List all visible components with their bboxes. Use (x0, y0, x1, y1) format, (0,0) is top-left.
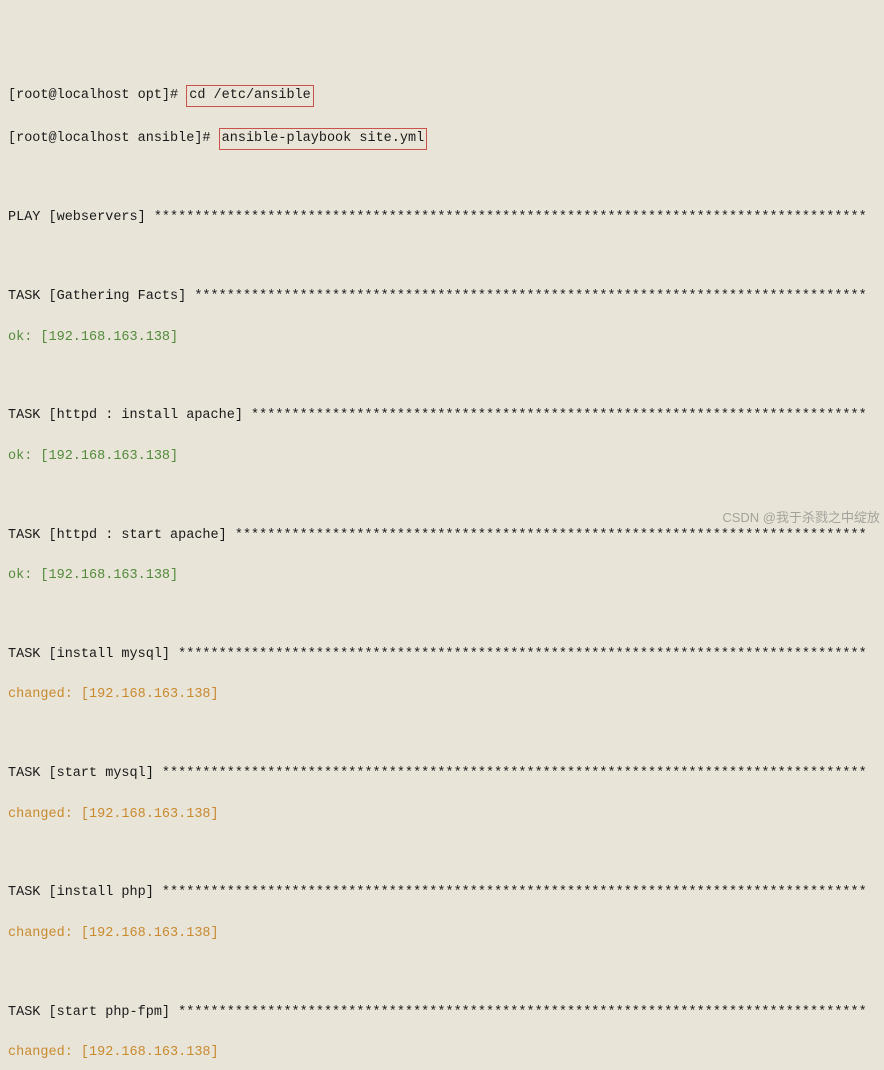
task-header: TASK [httpd : start apache] ************… (8, 526, 876, 546)
task-status: changed: [192.168.163.138] (8, 1043, 876, 1063)
blank-line (8, 368, 876, 386)
task-status: ok: [192.168.163.138] (8, 328, 876, 348)
task-header: TASK [install mysql] *******************… (8, 645, 876, 665)
task-status: changed: [192.168.163.138] (8, 924, 876, 944)
prompt-line-1[interactable]: [root@localhost opt]# cd /etc/ansible (8, 85, 876, 107)
task-header: TASK [start php-fpm] *******************… (8, 1003, 876, 1023)
prompt-line-2[interactable]: [root@localhost ansible]# ansible-playbo… (8, 128, 876, 150)
blank-line (8, 487, 876, 505)
blank-line (8, 964, 876, 982)
task-status: ok: [192.168.163.138] (8, 447, 876, 467)
command-2-highlight: ansible-playbook site.yml (219, 128, 428, 150)
task-status: changed: [192.168.163.138] (8, 805, 876, 825)
task-header: TASK [start mysql] *********************… (8, 764, 876, 784)
blank-line (8, 607, 876, 625)
prompt-prefix: [root@localhost ansible]# (8, 131, 219, 146)
task-header: TASK [Gathering Facts] *****************… (8, 287, 876, 307)
watermark-text: CSDN @我于杀戮之中绽放 (722, 508, 880, 528)
task-header: TASK [httpd : install apache] **********… (8, 406, 876, 426)
blank-line (8, 845, 876, 863)
command-1-highlight: cd /etc/ansible (186, 85, 314, 107)
blank-line (8, 170, 876, 188)
task-status: changed: [192.168.163.138] (8, 685, 876, 705)
task-status: ok: [192.168.163.138] (8, 566, 876, 586)
blank-line (8, 249, 876, 267)
prompt-prefix: [root@localhost opt]# (8, 88, 186, 103)
blank-line (8, 726, 876, 744)
play-header: PLAY [webservers] **********************… (8, 208, 876, 228)
task-header: TASK [install php] *********************… (8, 883, 876, 903)
